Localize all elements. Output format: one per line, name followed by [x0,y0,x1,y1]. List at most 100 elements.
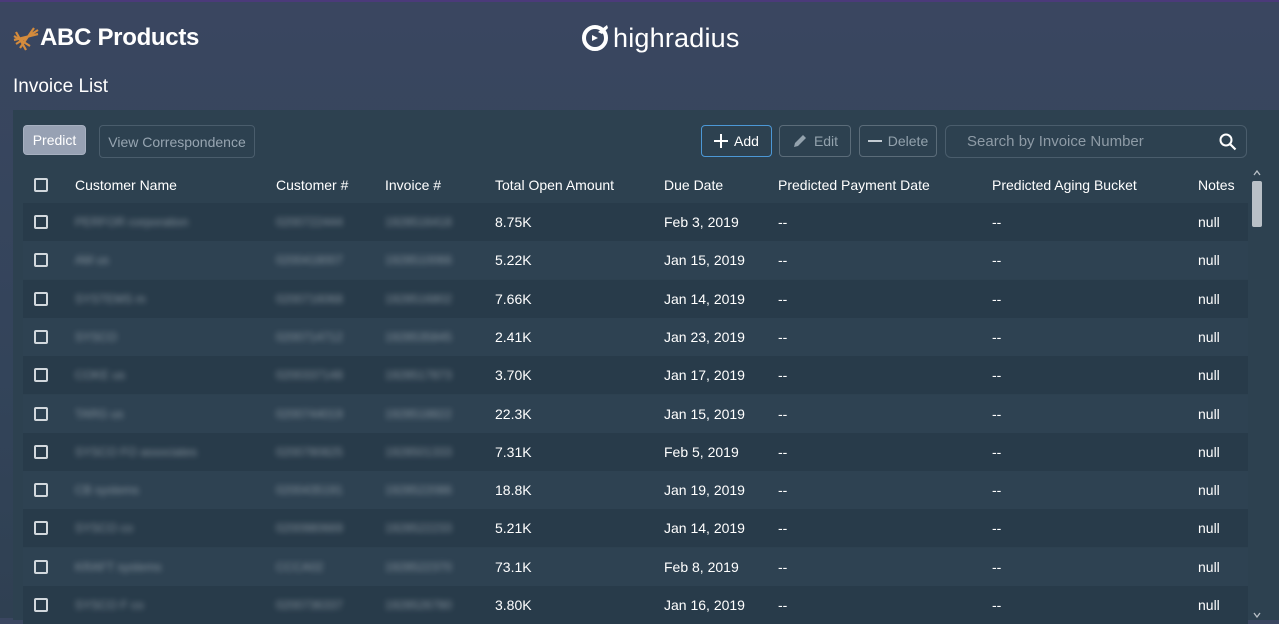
highradius-logo: highradius [580,22,740,54]
row-checkbox[interactable] [34,559,48,574]
customer-number-cell: 0200418007 [276,253,343,268]
row-checkbox[interactable] [34,215,48,229]
row-checkbox[interactable] [34,483,48,498]
row-checkbox[interactable] [34,444,48,459]
col-customer-name[interactable]: Customer Name [75,167,177,203]
table-row[interactable]: KRAFT systems CCCA02 1928522370 73.1K Feb 8,… [23,547,1248,586]
invoice-number-cell: 1928535845 [385,329,452,344]
row-select-cell [34,318,48,356]
customer-name-cell: SYSCO F co [75,598,144,612]
due-date-cell: Jan 17, 2019 [664,367,745,384]
brand-name: ABC Products [40,24,200,51]
table-row[interactable]: SYSCO FO associates 0200780825 1928501333 7… [23,432,1248,471]
add-button[interactable]: Add [701,125,772,157]
col-customer-number[interactable]: Customer # [276,167,348,203]
select-all-checkbox[interactable] [34,178,48,192]
notes-cell: null [1198,482,1220,499]
due-date-cell: Jan 15, 2019 [664,252,745,269]
invoice-number-cell: 1928516418 [385,215,452,229]
invoice-number-cell: 1928501333 [385,444,452,459]
highradius-logo-icon [582,25,608,51]
col-due-date[interactable]: Due Date [664,167,723,203]
due-date-cell: Feb 8, 2019 [664,558,739,575]
table-row[interactable]: TARG us 0200744019 1928518822 22.3K Jan 15, … [23,394,1248,433]
page-title: Invoice List [13,76,109,97]
scroll-up-icon[interactable] [1253,170,1261,176]
row-checkbox[interactable] [34,291,48,306]
invoice-number-cell: 1928517873 [385,368,452,383]
row-select-cell [34,548,48,586]
customer-name-cell: SYSCO co [75,521,134,536]
predicted-payment-date-cell: -- [778,328,788,345]
customer-number-cell: 0200780825 [276,444,343,459]
row-checkbox[interactable] [34,253,48,268]
row-checkbox[interactable] [34,521,48,536]
pencil-icon [792,133,808,149]
table-header: Customer Name Customer # Invoice # Total… [23,167,1248,203]
row-select-cell [34,509,48,547]
predicted-payment-date-cell: -- [778,367,788,384]
total-open-amount-cell: 3.70K [495,367,532,384]
customer-number-cell: 0200716068 [276,291,343,306]
table-row[interactable]: SYSCO F co 0200736337 1928526780 3.80K Jan 1… [23,586,1248,624]
table-row[interactable]: SYSTEMS m 0200716068 1928516802 7.66K Jan 14… [23,279,1248,318]
table-row[interactable]: CB systems 0200435191 1928522086 18.8K Jan 1… [23,471,1248,510]
delete-label: Delete [887,133,929,149]
total-open-amount-cell: 3.80K [495,597,532,613]
table-row[interactable]: PERFOR corporation 0200722444 1928516418 8.… [23,203,1248,241]
predicted-aging-bucket-cell: -- [992,252,1002,269]
search-icon[interactable] [1219,133,1237,156]
predicted-aging-bucket-cell: -- [992,405,1002,422]
invoice-number-cell: 1928526780 [385,598,452,612]
search-input[interactable] [946,126,1216,157]
col-predicted-aging-bucket[interactable]: Predicted Aging Bucket [992,167,1137,203]
invoice-number-cell: 1928522086 [385,483,452,498]
scrollbar-thumb[interactable] [1252,181,1262,227]
plus-icon [714,134,729,148]
row-checkbox[interactable] [34,598,48,612]
due-date-cell: Jan 14, 2019 [664,520,745,537]
row-checkbox[interactable] [34,368,48,383]
customer-number-cell: 0200980669 [276,521,343,536]
total-open-amount-cell: 8.75K [495,214,532,230]
row-checkbox[interactable] [34,406,48,421]
col-notes[interactable]: Notes [1198,167,1235,203]
abc-logo-icon [13,27,39,51]
invoice-number-cell: 1928518822 [385,406,452,421]
view-correspondence-button[interactable]: View Correspondence [99,125,255,158]
notes-cell: null [1198,443,1220,460]
row-select-cell [34,203,48,241]
predicted-payment-date-cell: -- [778,482,788,499]
due-date-cell: Jan 16, 2019 [664,597,745,613]
customer-number-cell: CCCA02 [276,559,324,574]
notes-cell: null [1198,252,1220,269]
customer-number-cell: 0200435191 [276,483,343,498]
customer-name-cell: SYSCO FO associates [75,444,198,459]
col-invoice-number[interactable]: Invoice # [385,167,441,203]
col-predicted-payment-date[interactable]: Predicted Payment Date [778,167,930,203]
predicted-aging-bucket-cell: -- [992,290,1002,307]
invoice-number-cell: 1928516802 [385,291,452,306]
invoice-panel: Predict View Correspondence Add Edit Del… [13,110,1279,624]
table-row[interactable]: COKE us 0200337148 1928517873 3.70K Jan 17, … [23,356,1248,395]
customer-name-cell: CB systems [75,483,140,498]
total-open-amount-cell: 73.1K [495,558,532,575]
row-checkbox[interactable] [34,329,48,344]
predict-button[interactable]: Predict [23,125,86,155]
table-row[interactable]: SYSCO 0200714712 1928535845 2.41K Jan 23, 20… [23,317,1248,356]
notes-cell: null [1198,214,1220,230]
table-row[interactable]: AM us 0200418007 1928510066 5.22K Jan 15, 20… [23,241,1248,280]
row-select-cell [34,395,48,433]
table-row[interactable]: SYSCO co 0200980669 1928522233 5.21K Jan 14,… [23,509,1248,548]
edit-button[interactable]: Edit [779,125,851,157]
row-select-cell [34,471,48,509]
customer-number-cell: 0200714712 [276,329,343,344]
notes-cell: null [1198,290,1220,307]
total-open-amount-cell: 5.22K [495,252,532,269]
total-open-amount-cell: 22.3K [495,405,532,422]
col-total-open-amount[interactable]: Total Open Amount [495,167,614,203]
delete-button[interactable]: Delete [859,125,937,157]
vertical-scrollbar[interactable] [1250,167,1264,620]
notes-cell: null [1198,558,1220,575]
scroll-down-icon[interactable] [1253,612,1261,618]
